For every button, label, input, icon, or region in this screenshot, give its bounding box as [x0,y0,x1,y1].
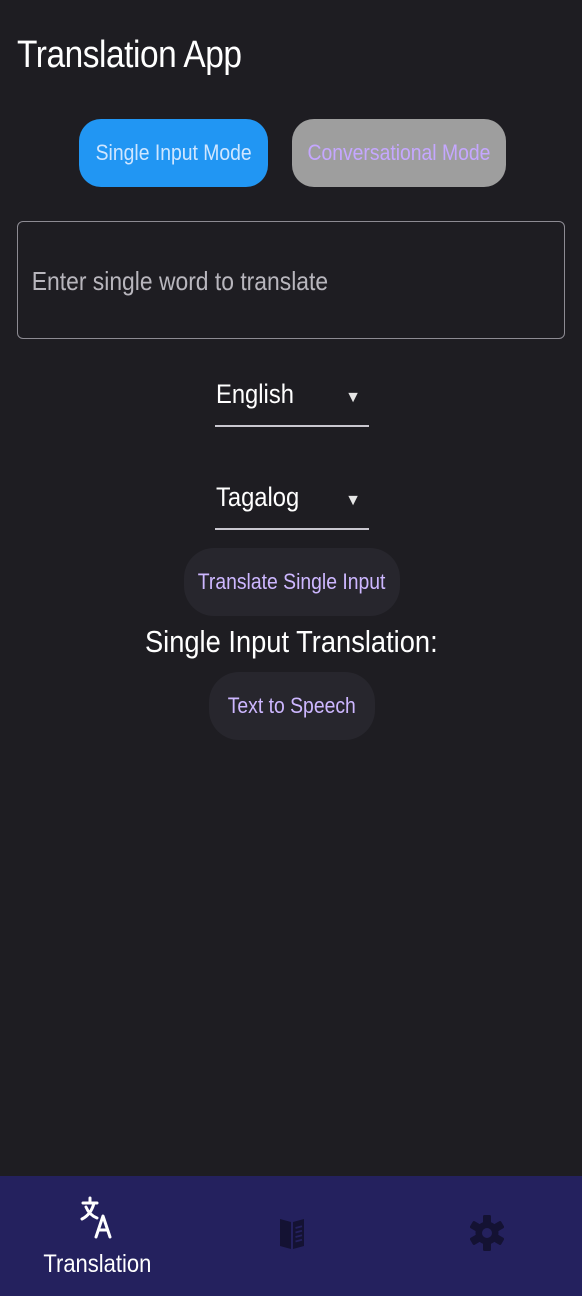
single-input-mode-button[interactable]: Single Input Mode [79,119,268,187]
bottom-navigation: Translation [0,1176,582,1296]
translate-input[interactable] [30,222,492,340]
nav-label-translation: Translation [42,1250,152,1278]
caret-down-icon: ▼ [345,492,361,509]
caret-down-icon: ▼ [345,389,361,406]
target-language-dropdown[interactable]: Tagalog ▼ [215,474,369,530]
source-language-dropdown[interactable]: English ▼ [215,371,369,427]
single-input-mode-label: Single Input Mode [95,140,252,165]
conversational-mode-label: Conversational Mode [307,140,491,165]
app-title: Translation App [17,34,242,76]
conversational-mode-button[interactable]: Conversational Mode [292,119,506,187]
translate-button[interactable]: Translate Single Input [184,548,400,616]
source-language-value: English [216,379,294,409]
nav-item-settings[interactable] [388,1176,582,1296]
book-icon [280,1219,304,1249]
text-to-speech-label: Text to Speech [227,693,357,718]
translate-icon [80,1196,112,1239]
translate-input-container [17,221,565,340]
translation-result-label: Single Input Translation: [144,624,438,659]
gear-icon [470,1215,504,1251]
target-language-value: Tagalog [216,482,300,512]
translation-result-heading: Single Input Translation: [0,624,582,660]
translate-button-label: Translate Single Input [198,569,386,594]
nav-item-dictionary[interactable] [194,1176,388,1296]
text-to-speech-button[interactable]: Text to Speech [209,672,375,740]
nav-item-translation[interactable]: Translation [0,1176,194,1296]
